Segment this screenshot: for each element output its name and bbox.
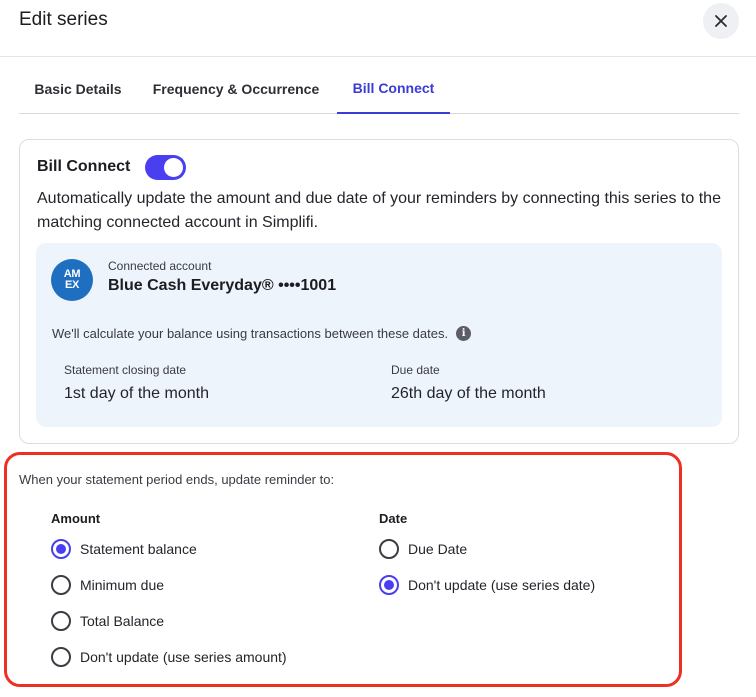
bill-connect-title: Bill Connect — [37, 158, 131, 175]
amount-group-label: Amount — [51, 511, 101, 526]
tab-basic-details[interactable]: Basic Details — [19, 63, 137, 114]
statement-closing-label: Statement closing date — [64, 363, 187, 377]
toggle-knob — [164, 158, 183, 177]
connected-account-label: Connected account — [108, 259, 212, 273]
radio-button[interactable] — [379, 575, 399, 595]
radio-button[interactable] — [379, 539, 399, 559]
radio-total-balance[interactable]: Total Balance — [51, 610, 164, 632]
bill-connect-card: Bill Connect Automatically update the am… — [19, 139, 739, 444]
tab-frequency-occurrence[interactable]: Frequency & Occurrence — [145, 63, 327, 114]
close-icon — [715, 15, 727, 27]
bill-connect-toggle[interactable] — [145, 155, 186, 180]
radio-button[interactable] — [51, 647, 71, 667]
radio-statement-balance[interactable]: Statement balance — [51, 538, 197, 560]
radio-dont-update-amount[interactable]: Don't update (use series amount) — [51, 646, 287, 668]
radio-minimum-due[interactable]: Minimum due — [51, 574, 164, 596]
radio-due-date[interactable]: Due Date — [379, 538, 467, 560]
due-date-value: 26th day of the month — [391, 385, 546, 402]
logo-text-bottom: EX — [64, 279, 80, 291]
radio-label: Don't update (use series amount) — [80, 649, 287, 665]
due-date-label: Due date — [391, 363, 440, 377]
bill-connect-description: Automatically update the amount and due … — [37, 190, 721, 231]
calc-note-text: We'll calculate your balance using trans… — [52, 326, 449, 341]
radio-label: Don't update (use series date) — [408, 577, 596, 593]
connected-account-name: Blue Cash Everyday® ••••1001 — [108, 277, 337, 294]
radio-button[interactable] — [51, 575, 71, 595]
tab-bar: Basic Details Frequency & Occurrence Bil… — [19, 63, 739, 114]
radio-label: Due Date — [408, 541, 468, 557]
radio-button[interactable] — [51, 611, 71, 631]
update-prompt: When your statement period ends, update … — [19, 472, 335, 487]
date-group-label: Date — [379, 511, 408, 526]
info-icon[interactable]: i — [456, 326, 472, 341]
calc-note: We'll calculate your balance using trans… — [52, 326, 472, 341]
close-button[interactable] — [703, 3, 739, 39]
radio-label: Minimum due — [80, 577, 165, 593]
tab-bill-connect[interactable]: Bill Connect — [337, 63, 450, 114]
radio-label: Total Balance — [80, 613, 165, 629]
dialog-header: Edit series — [0, 0, 756, 57]
connected-account-panel: AM EX Connected account Blue Cash Everyd… — [36, 243, 722, 427]
radio-dont-update-date[interactable]: Don't update (use series date) — [379, 574, 595, 596]
statement-closing-value: 1st day of the month — [64, 385, 209, 402]
radio-button[interactable] — [51, 539, 71, 559]
amex-logo: AM EX — [51, 259, 93, 301]
radio-label: Statement balance — [80, 541, 197, 557]
dialog-title: Edit series — [19, 9, 108, 30]
